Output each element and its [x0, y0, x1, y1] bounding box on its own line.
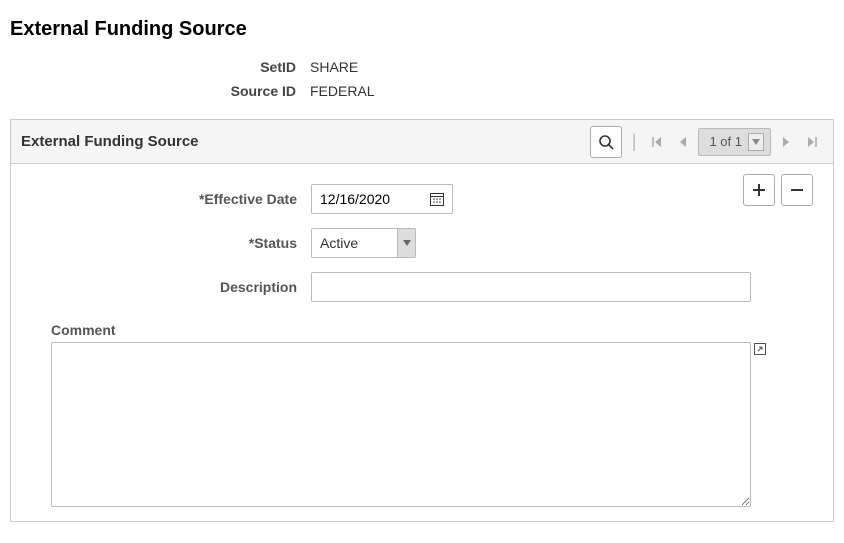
effective-date-input[interactable]: [312, 185, 422, 213]
page-counter-text: 1 of 1: [709, 134, 742, 149]
expand-comment-button[interactable]: [751, 340, 769, 358]
comment-block: Comment: [31, 322, 813, 507]
panel-body: *Effective Date *Status Active: [11, 164, 833, 521]
page-counter-dropdown[interactable]: 1 of 1: [698, 128, 771, 156]
row-actions: [743, 174, 813, 206]
panel-header: External Funding Source |: [11, 120, 833, 164]
chevron-down-icon: [403, 240, 411, 246]
chevron-right-icon: [781, 136, 791, 148]
expand-icon: [753, 342, 767, 356]
add-row-button[interactable]: [743, 174, 775, 206]
find-button[interactable]: [590, 126, 622, 158]
funding-source-panel: External Funding Source |: [10, 119, 834, 522]
panel-title: External Funding Source: [21, 133, 199, 150]
chevron-down-icon: [748, 133, 764, 151]
nav-separator: |: [626, 131, 643, 152]
effective-date-label: *Effective Date: [31, 191, 311, 207]
status-label: *Status: [31, 235, 311, 251]
last-page-button[interactable]: [801, 128, 823, 156]
search-icon: [598, 134, 614, 150]
sourceid-value: FEDERAL: [310, 83, 834, 99]
minus-icon: [790, 183, 804, 197]
setid-label: SetID: [10, 59, 310, 75]
delete-row-button[interactable]: [781, 174, 813, 206]
effective-date-field-wrap: [311, 184, 453, 214]
status-select[interactable]: Active: [311, 228, 416, 258]
calendar-icon: [429, 191, 445, 207]
description-label: Description: [31, 279, 311, 295]
chevron-left-icon: [678, 136, 688, 148]
prev-page-button[interactable]: [672, 128, 694, 156]
panel-nav: | 1 of 1: [590, 126, 823, 158]
next-page-button[interactable]: [775, 128, 797, 156]
first-page-icon: [651, 136, 663, 148]
effective-date-picker-button[interactable]: [422, 185, 452, 213]
form-grid: *Effective Date *Status Active: [31, 184, 813, 302]
setid-value: SHARE: [310, 59, 834, 75]
status-dropdown-button[interactable]: [397, 229, 415, 257]
comment-label: Comment: [51, 322, 813, 338]
sourceid-label: Source ID: [10, 83, 310, 99]
comment-textarea[interactable]: [51, 342, 751, 507]
first-page-button[interactable]: [646, 128, 668, 156]
header-summary: SetID SHARE Source ID FEDERAL: [10, 59, 834, 99]
plus-icon: [752, 183, 766, 197]
status-value: Active: [312, 235, 397, 251]
last-page-icon: [806, 136, 818, 148]
description-input[interactable]: [311, 272, 751, 302]
page-title: External Funding Source: [10, 18, 834, 41]
